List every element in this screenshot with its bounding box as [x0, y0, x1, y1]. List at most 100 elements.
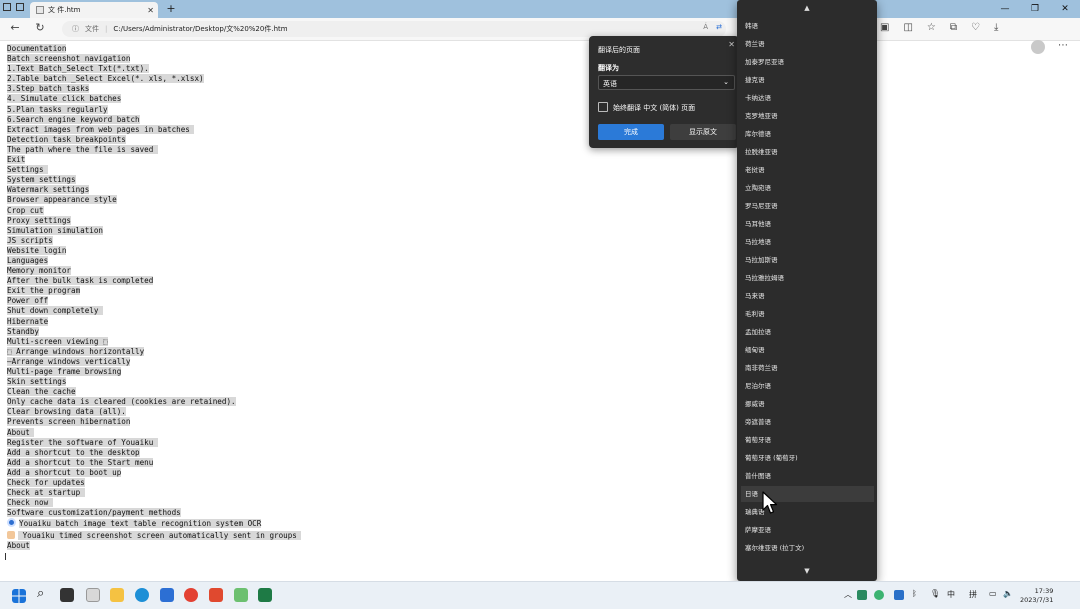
close-popup-icon[interactable]: ✕ [728, 40, 735, 49]
content-line: Standby [7, 326, 301, 337]
content-line: Add a shortcut to the Start menu [7, 457, 301, 468]
tray-wechat-icon[interactable] [874, 590, 884, 600]
show-original-button[interactable]: 显示原文 [670, 124, 736, 140]
language-option[interactable]: 立陶宛语 [737, 180, 877, 196]
language-option[interactable]: 拉脱维亚语 [737, 144, 877, 160]
tab-actions-icon[interactable] [16, 3, 24, 11]
content-line-text: 4. Simulate click batches [7, 94, 122, 104]
content-line: Website login [7, 245, 301, 256]
network-icon[interactable]: ▭ [989, 589, 997, 598]
close-window-icon[interactable]: ✕ [1050, 0, 1080, 18]
popup-title: 翻译后的页面 [598, 46, 640, 54]
language-option[interactable]: 尼泊尔语 [737, 378, 877, 394]
system-clock[interactable]: 17:39 2023/7/31 [1020, 587, 1053, 605]
favorites-icon[interactable]: ☆ [927, 22, 936, 33]
microphone-icon[interactable]: 🎙 [930, 589, 940, 598]
bluetooth-icon[interactable]: ᛒ [912, 589, 917, 598]
search-icon[interactable]: ⌕ [37, 586, 44, 601]
content-line: The path where the file is saved [7, 144, 301, 155]
content-line-text: 2.Table batch _Select Excel(*. xls, *.xl… [7, 74, 204, 84]
language-option[interactable]: 马拉加斯语 [737, 252, 877, 268]
language-option[interactable]: 马来语 [737, 288, 877, 304]
app-red-icon[interactable] [209, 588, 223, 602]
language-option[interactable]: 挪威语 [737, 396, 877, 412]
tray-app-icon[interactable] [857, 590, 867, 600]
split-screen-icon[interactable]: ◫ [903, 22, 912, 33]
new-tab-button[interactable]: + [164, 2, 178, 15]
language-option[interactable]: 克罗地亚语 [737, 108, 877, 124]
browser-essentials-icon[interactable]: ♡ [971, 22, 980, 33]
language-select[interactable]: 英语 ⌄ [598, 75, 735, 90]
content-line: Software customization/payment methods [7, 508, 301, 518]
tray-network-app-icon[interactable] [894, 590, 904, 600]
language-option[interactable]: 孟加拉语 [737, 324, 877, 340]
content-line: Only cache data is cleared (cookies are … [7, 397, 301, 407]
content-line-text[interactable]: Youaiku timed screenshot screen automati… [18, 530, 302, 540]
app-u-icon[interactable] [160, 588, 174, 602]
info-icon[interactable]: ⓘ [72, 24, 79, 34]
downloads-icon[interactable]: ⤓ [994, 22, 998, 33]
language-option[interactable]: 加泰罗尼亚语 [737, 54, 877, 70]
language-option[interactable]: 罗马尼亚语 [737, 198, 877, 214]
window-controls: — ❐ ✕ [990, 0, 1080, 18]
minimize-icon[interactable]: — [990, 0, 1020, 18]
edge-icon[interactable] [135, 588, 149, 602]
translate-icon[interactable]: ⇄ [716, 23, 722, 31]
restore-icon[interactable]: ❐ [1020, 0, 1050, 18]
tab-active[interactable]: 文 件.htm ✕ [30, 2, 158, 18]
language-option[interactable]: 马耳他语 [737, 216, 877, 232]
scroll-down-icon[interactable]: ▼ [737, 567, 877, 575]
back-icon[interactable]: ← [8, 21, 22, 34]
content-line-text[interactable]: Youaiku batch image text table recogniti… [19, 519, 262, 529]
language-option[interactable]: 捷克语 [737, 72, 877, 88]
language-option[interactable]: 老挝语 [737, 162, 877, 178]
language-option[interactable]: 葡萄牙语 [737, 432, 877, 448]
content-line: Languages [7, 255, 301, 266]
language-option[interactable]: 毛利语 [737, 306, 877, 322]
language-option[interactable]: 普什图语 [737, 468, 877, 484]
chrome-icon[interactable] [184, 588, 198, 602]
language-option[interactable]: 马拉雅拉姆语 [737, 270, 877, 286]
language-option[interactable]: 葡萄牙语 (葡萄牙) [737, 450, 877, 466]
content-line-text: Check at startup [7, 488, 85, 498]
content-line: Simulation simulation [7, 225, 301, 236]
tray-expand-icon[interactable]: ︿ [844, 589, 852, 600]
always-translate-checkbox[interactable] [598, 102, 608, 112]
close-tab-icon[interactable]: ✕ [147, 6, 154, 15]
language-option[interactable]: 韩语 [737, 18, 877, 34]
language-option[interactable]: 缅甸语 [737, 342, 877, 358]
language-option[interactable]: 马拉地语 [737, 234, 877, 250]
language-option[interactable]: 库尔德语 [737, 126, 877, 142]
collections-icon[interactable]: ⧉ [950, 22, 957, 33]
excel-icon[interactable] [258, 588, 272, 602]
language-option[interactable]: 旁遮普语 [737, 414, 877, 430]
refresh-icon[interactable]: ↻ [33, 21, 47, 34]
workspaces-icon[interactable] [3, 3, 11, 11]
app-icon[interactable] [86, 588, 100, 602]
profile-avatar[interactable] [1031, 40, 1045, 54]
ime-mode[interactable]: 中 [947, 589, 955, 600]
content-line-text: 5.Plan tasks regularly [7, 104, 108, 114]
url-text[interactable]: C:/Users/Administrator/Desktop/文%20%20件.… [113, 24, 287, 34]
address-bar[interactable]: ⓘ 文件 | C:/Users/Administrator/Desktop/文%… [62, 21, 726, 37]
language-option[interactable]: 南非荷兰语 [737, 360, 877, 376]
start-icon[interactable] [12, 589, 26, 603]
scroll-up-icon[interactable]: ▲ [737, 4, 877, 12]
file-explorer-icon[interactable] [110, 588, 124, 602]
language-option[interactable]: 卡纳达语 [737, 90, 877, 106]
language-option[interactable]: 塞尔维亚语 (拉丁文) [737, 540, 877, 556]
content-line: Browser appearance style [7, 195, 301, 205]
language-option[interactable]: 荷兰语 [737, 36, 877, 52]
volume-icon[interactable]: 🔈 [1003, 589, 1013, 598]
language-option[interactable]: 萨摩亚语 [737, 522, 877, 538]
more-menu-icon[interactable]: ⋯ [1058, 40, 1068, 51]
app-green-icon[interactable] [234, 588, 248, 602]
done-button[interactable]: 完成 [598, 124, 664, 140]
task-view-icon[interactable] [60, 588, 74, 602]
ime-pinyin[interactable]: 拼 [969, 589, 977, 600]
language-option[interactable]: 日语 [741, 486, 874, 502]
content-line-text: Clean the cache [7, 387, 76, 397]
language-option[interactable]: 瑞典语 [737, 504, 877, 520]
extension-icon[interactable]: ▣ [880, 22, 889, 33]
read-aloud-icon[interactable]: Á [703, 23, 708, 31]
